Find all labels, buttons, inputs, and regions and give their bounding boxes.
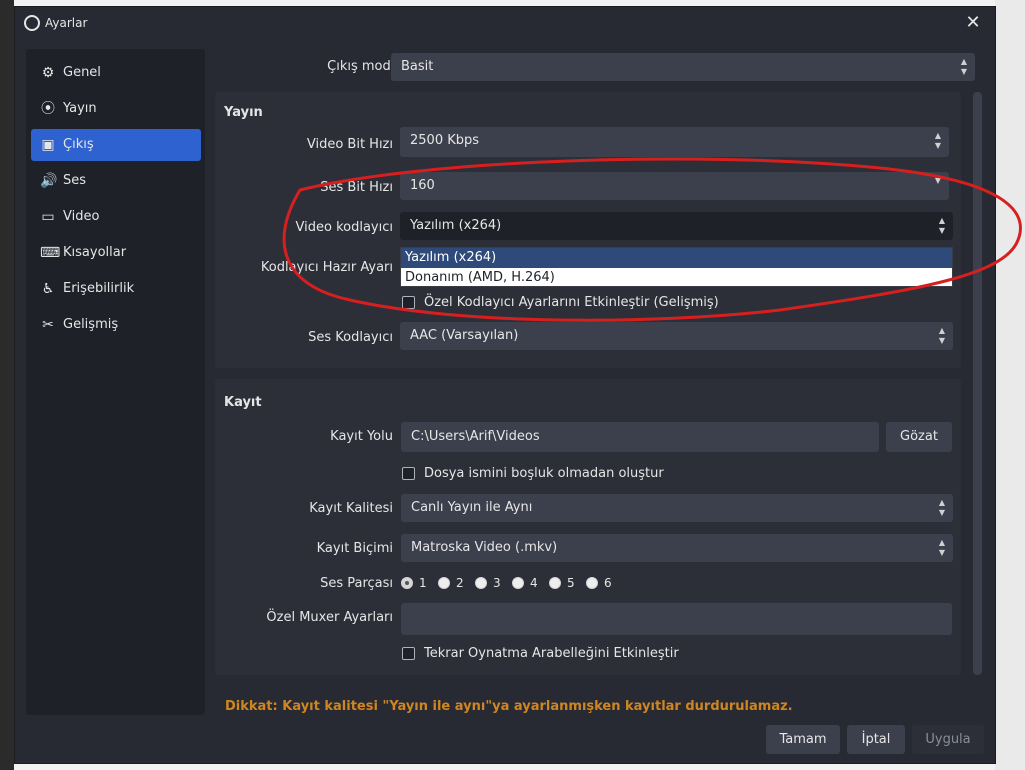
spin-arrows-icon: ▲ ▼ — [938, 216, 946, 235]
title-bar: Ayarlar ✕ — [15, 7, 995, 39]
no-space-filename-label: Dosya ismini boşluk olmadan oluştur — [424, 466, 664, 481]
sidebar-item-accessibility[interactable]: ♿ Erişebilirlik — [31, 273, 201, 305]
sidebar-item-advanced[interactable]: ✂ Gelişmiş — [31, 309, 201, 341]
sidebar-item-label: Gelişmiş — [63, 317, 119, 332]
audio-track-radio-5[interactable] — [549, 577, 561, 589]
output-mode-label: Çıkış modu — [327, 59, 399, 74]
audio-track-radio-label: 6 — [604, 576, 612, 590]
video-encoder-label: Video kodlayıcı — [295, 220, 393, 235]
sidebar-item-label: Genel — [63, 65, 101, 80]
sidebar-item-label: Kısayollar — [63, 245, 127, 260]
sidebar-item-label: Erişebilirlik — [63, 281, 135, 296]
video-bitrate-value: 2500 Kbps — [410, 133, 480, 148]
chevron-down-icon: ▼ — [934, 176, 942, 185]
sidebar-item-hotkeys[interactable]: ⌨ Kısayollar — [31, 237, 201, 269]
video-encoder-select[interactable]: Yazılım (x264) ▲ ▼ — [400, 212, 953, 240]
recording-format-select[interactable]: Matroska Video (.mkv) ▲ ▼ — [401, 534, 953, 562]
window-title: Ayarlar — [45, 16, 88, 30]
custom-encoder-checkbox[interactable] — [402, 296, 415, 309]
output-icon: ▣ — [41, 137, 55, 153]
dropdown-option[interactable]: Donanım (AMD, H.264) — [401, 268, 952, 288]
audio-track-label: Ses Parçası — [320, 576, 393, 591]
recording-quality-value: Canlı Yayın ile Aynı — [411, 500, 533, 515]
sidebar-item-label: Ses — [63, 173, 87, 188]
background-window-right — [995, 0, 1025, 770]
apply-button[interactable]: Uygula — [912, 725, 984, 754]
content-scrollbar[interactable] — [973, 92, 982, 675]
broadcast-icon: ⦿ — [41, 101, 55, 117]
scrollbar-thumb[interactable] — [973, 92, 982, 675]
audio-track-radio-1[interactable] — [401, 577, 413, 589]
accessibility-icon: ♿ — [41, 281, 55, 297]
audio-bitrate-label: Ses Bit Hızı — [320, 180, 393, 195]
settings-dialog: Ayarlar ✕ ⚙ Genel ⦿ Yayın ▣ Çıkış 🔊 Ses … — [14, 6, 996, 764]
sidebar-item-general[interactable]: ⚙ Genel — [31, 57, 201, 89]
sidebar-item-video[interactable]: ▭ Video — [31, 201, 201, 233]
sidebar-item-audio[interactable]: 🔊 Ses — [31, 165, 201, 197]
video-bitrate-spinbox[interactable]: 2500 Kbps ▲ ▼ — [400, 127, 949, 157]
encoder-preset-label: Kodlayıcı Hazır Ayarı — [260, 260, 393, 275]
sidebar-item-label: Video — [63, 209, 100, 224]
no-space-filename-checkbox[interactable] — [402, 467, 415, 480]
output-mode-select[interactable]: Basit ▲ ▼ — [391, 53, 975, 81]
tools-icon: ✂ — [42, 317, 54, 333]
custom-muxer-input[interactable] — [401, 603, 952, 635]
custom-encoder-label: Özel Kodlayıcı Ayarlarını Etkinleştir (G… — [424, 295, 719, 310]
settings-sidebar: ⚙ Genel ⦿ Yayın ▣ Çıkış 🔊 Ses ▭ Video ⌨ … — [26, 49, 205, 715]
recording-format-value: Matroska Video (.mkv) — [411, 540, 558, 555]
output-mode-value: Basit — [401, 59, 434, 74]
sidebar-item-stream[interactable]: ⦿ Yayın — [31, 93, 201, 125]
replay-buffer-checkbox[interactable] — [402, 647, 415, 660]
recording-group-title: Kayıt — [224, 395, 262, 410]
spin-arrows-icon: ▲ ▼ — [934, 131, 942, 150]
sidebar-item-label: Çıkış — [63, 137, 94, 152]
spin-arrows-icon: ▲ ▼ — [960, 57, 968, 76]
audio-encoder-value: AAC (Varsayılan) — [410, 328, 519, 343]
background-window-left — [0, 0, 14, 770]
spin-arrows-icon: ▲ ▼ — [938, 538, 946, 557]
video-bitrate-label: Video Bit Hızı — [306, 137, 393, 152]
audio-bitrate-value: 160 — [410, 178, 435, 193]
recording-path-input[interactable]: C:\Users\Arif\Videos — [401, 422, 879, 452]
stream-group: Yayın Video Bit Hızı 2500 Kbps ▲ ▼ Ses Bi… — [215, 92, 961, 368]
custom-muxer-label: Özel Muxer Ayarları — [266, 610, 393, 625]
stream-group-title: Yayın — [224, 105, 263, 120]
audio-track-radio-3[interactable] — [475, 577, 487, 589]
keyboard-icon: ⌨ — [40, 245, 61, 261]
audio-track-radio-6[interactable] — [586, 577, 598, 589]
recording-group: Kayıt Kayıt Yolu C:\Users\Arif\Videos Gö… — [215, 379, 961, 675]
spin-arrows-icon: ▲ ▼ — [938, 498, 946, 517]
browse-button[interactable]: Gözat — [886, 422, 952, 452]
monitor-icon: ▭ — [41, 209, 55, 225]
ok-button[interactable]: Tamam — [766, 725, 840, 754]
audio-bitrate-select[interactable]: 160 ▼ — [400, 172, 949, 200]
audio-track-radio-4[interactable] — [512, 577, 524, 589]
audio-track-radio-2[interactable] — [438, 577, 450, 589]
audio-encoder-select[interactable]: AAC (Varsayılan) ▲ ▼ — [400, 322, 953, 350]
recording-quality-select[interactable]: Canlı Yayın ile Aynı ▲ ▼ — [401, 494, 953, 522]
gear-icon: ⚙ — [41, 65, 55, 81]
sidebar-item-label: Yayın — [63, 101, 97, 116]
spin-arrows-icon: ▲ ▼ — [938, 326, 946, 345]
warning-text: Dikkat: Kayıt kalitesi "Yayın ile aynı"y… — [225, 699, 793, 714]
audio-track-radio-label: 5 — [567, 576, 575, 590]
settings-content: Çıkış modu Basit ▲ ▼ Yayın Video Bit Hızı… — [215, 49, 985, 689]
cancel-button[interactable]: İptal — [847, 725, 905, 754]
recording-format-label: Kayıt Biçimi — [316, 541, 393, 556]
close-button[interactable]: ✕ — [961, 11, 985, 35]
audio-track-radio-label: 1 — [419, 576, 427, 590]
video-encoder-dropdown: Yazılım (x264) Donanım (AMD, H.264) — [400, 247, 953, 287]
obs-logo-icon — [24, 15, 40, 31]
audio-encoder-label: Ses Kodlayıcı — [308, 330, 393, 345]
audio-track-radio-label: 2 — [456, 576, 464, 590]
recording-quality-label: Kayıt Kalitesi — [309, 501, 393, 516]
speaker-icon: 🔊 — [40, 173, 58, 189]
audio-track-radio-label: 4 — [530, 576, 538, 590]
audio-track-radio-label: 3 — [493, 576, 501, 590]
recording-path-label: Kayıt Yolu — [330, 429, 393, 444]
replay-buffer-label: Tekrar Oynatma Arabelleğini Etkinleştir — [424, 646, 679, 661]
dropdown-option[interactable]: Yazılım (x264) — [401, 248, 952, 268]
video-encoder-value: Yazılım (x264) — [410, 218, 502, 233]
sidebar-item-output[interactable]: ▣ Çıkış — [31, 129, 201, 161]
